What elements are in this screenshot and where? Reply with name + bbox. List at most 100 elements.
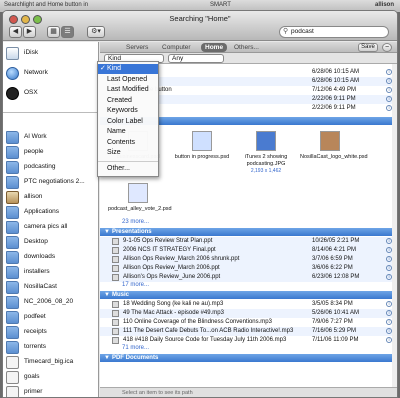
menu-item-kind[interactable]: ✓ Kind (98, 64, 158, 74)
sidebar-item-2[interactable]: OSX (5, 86, 97, 101)
sidebar-item-16[interactable]: receipts (5, 325, 97, 340)
result-row[interactable]: 18 Wedding Song (ke kali ne au).mp3 3/5/0… (100, 300, 397, 309)
scope-servers[interactable]: Servers (122, 43, 152, 52)
result-row[interactable]: Allison's Ops Review_June 2006.ppt 6/23/0… (100, 273, 397, 282)
save-button[interactable]: Save (358, 43, 378, 52)
result-row[interactable]: Allison Ops Review_March 2006.ppt 3/6/06 … (100, 264, 397, 273)
sidebar-item-17[interactable]: torrents (5, 340, 97, 355)
sidebar-item-6[interactable]: PTC negotiations 2... (5, 175, 97, 190)
sidebar-item-14[interactable]: NC_2006_08_20 (5, 295, 97, 310)
result-row[interactable]: 49 The Mac Attack - episode #49.mp3 5/26/… (100, 309, 397, 318)
menu-item-color-label[interactable]: Color Label (98, 117, 158, 127)
more-link[interactable]: 17 more... (122, 282, 149, 288)
action-menu-button[interactable]: ⚙▾ (87, 26, 105, 38)
scrollbar[interactable] (392, 64, 397, 397)
result-row[interactable]: 110 Online Coverage of the Blindness Con… (100, 318, 397, 327)
sidebar-item-1[interactable]: Network (5, 66, 97, 81)
result-row[interactable]: 2006 NCS IT STRATEGY Final.ppt 8/14/06 4:… (100, 246, 397, 255)
result-row[interactable]: 418 #418 Daily Source Code for Tuesday J… (100, 336, 397, 345)
result-row[interactable]: Allison Ops Review_March 2006 shrunk.ppt… (100, 255, 397, 264)
network-icon (6, 67, 19, 80)
folder-icon (6, 296, 19, 309)
sidebar-item-15[interactable]: podfeet (5, 310, 97, 325)
music-group-header[interactable]: ▼ Music (100, 291, 397, 299)
more-link[interactable]: 23 more... (122, 219, 149, 225)
image-dimensions: 2,193 x 1,462 (250, 168, 282, 174)
checkmark-icon: ✓ (100, 65, 106, 72)
menu-item-size[interactable]: Size (98, 148, 158, 158)
sidebar-item-label: goals (24, 373, 40, 380)
sidebar-item-3[interactable]: Al Work (5, 130, 97, 145)
scope-others[interactable]: Others... (230, 43, 263, 52)
image-thumbnail[interactable]: iTunes 2 showing podcasting.JPG 2,193 x 1… (236, 127, 296, 177)
menu-item-created[interactable]: Created (98, 96, 158, 106)
sidebar-item-10[interactable]: Desktop (5, 235, 97, 250)
magnifier-icon: ⚲ (283, 28, 289, 35)
sidebar-item-0[interactable]: iDisk (5, 46, 97, 61)
group-title: Presentations (111, 229, 152, 235)
file-name: Allison Ops Review_March 2006 shrunk.ppt (123, 256, 240, 262)
remove-criteria-button[interactable]: − (382, 43, 392, 52)
document-icon (6, 356, 19, 369)
search-input[interactable]: ⚲ podcast (279, 26, 389, 38)
list-view-button[interactable]: ☰ (61, 26, 74, 38)
sidebar-item-12[interactable]: installers (5, 265, 97, 280)
sidebar-item-20[interactable]: primer (5, 385, 97, 397)
sidebar-item-4[interactable]: people (5, 145, 97, 160)
folder-icon (6, 341, 19, 354)
document-icon (6, 386, 19, 397)
sidebar-item-9[interactable]: camera pics all (5, 220, 97, 235)
folder-icon (6, 326, 19, 339)
image-preview (256, 131, 276, 151)
image-name: podcast_alley_vote_2.psd (108, 206, 172, 212)
path-bar: Select an item to see its path (100, 387, 397, 397)
menu-item-last-modified[interactable]: Last Modified (98, 85, 158, 95)
menu-item-last-opened[interactable]: Last Opened (98, 75, 158, 85)
sidebar-item-label: installers (24, 268, 50, 275)
menu-item-keywords[interactable]: Keywords (98, 106, 158, 116)
file-icon (112, 337, 119, 344)
scope-computer[interactable]: Computer (158, 43, 195, 52)
criteria-value-select[interactable]: Any (168, 54, 224, 63)
more-link[interactable]: 71 more... (122, 345, 149, 351)
menu-item-name[interactable]: Name (98, 127, 158, 137)
forward-button[interactable]: ▶ (23, 26, 36, 38)
image-thumbnail[interactable]: button in progress.psd (172, 127, 232, 177)
menu-item-contents[interactable]: Contents (98, 138, 158, 148)
home-icon (6, 191, 19, 204)
sidebar-item-11[interactable]: downloads (5, 250, 97, 265)
sidebar-item-label: podfeet (24, 313, 46, 320)
result-row[interactable]: 111 The Desert Cafe Debuts To...on ACB R… (100, 327, 397, 336)
sidebar-item-19[interactable]: goals (5, 370, 97, 385)
sidebar-item-label: Timecard_big.ica (24, 358, 74, 365)
sidebar-item-13[interactable]: NosillaCast (5, 280, 97, 295)
sidebar-item-label: Network (24, 69, 48, 76)
sidebar-item-label: Desktop (24, 238, 48, 245)
menu-item-other[interactable]: Other... (98, 164, 158, 174)
disclosure-triangle-icon: ▼ (104, 292, 110, 298)
sidebar-item-5[interactable]: podcasting (5, 160, 97, 175)
disclosure-triangle-icon: ▼ (104, 355, 110, 361)
file-date: 7/12/06 4:49 PM (312, 87, 357, 93)
result-row[interactable]: 9-1-05 Ops Review Strat Plan.ppt 10/26/05… (100, 237, 397, 246)
sidebar-item-8[interactable]: Applications (5, 205, 97, 220)
file-icon (112, 319, 119, 326)
icon-view-button[interactable]: ▦ (47, 26, 60, 38)
sidebar-item-label: NosillaCast (24, 283, 57, 290)
sidebar-item-18[interactable]: Timecard_big.ica (5, 355, 97, 370)
pdf-group-header[interactable]: ▼ PDF Documents (100, 354, 397, 362)
search-value: podcast (291, 28, 314, 35)
sidebar-item-label: torrents (24, 343, 47, 350)
file-date: 7/9/06 7:27 PM (312, 319, 353, 325)
presentations-group-header[interactable]: ▼ Presentations (100, 228, 397, 236)
menu-item-label: Last Modified (107, 86, 149, 93)
file-name: Allison Ops Review_March 2006.ppt (123, 265, 220, 271)
window-title: Searching "Home" (169, 14, 231, 23)
sidebar-item-label: primer (24, 388, 43, 395)
sidebar-item-7[interactable]: allison (5, 190, 97, 205)
file-date: 8/14/06 4:21 PM (312, 247, 357, 253)
image-thumbnail[interactable]: NosillaCast_logo_white.psd (300, 127, 368, 177)
back-button[interactable]: ◀ (9, 26, 22, 38)
scope-home[interactable]: Home (201, 43, 228, 52)
file-date: 7/11/06 11:09 PM (312, 337, 359, 343)
